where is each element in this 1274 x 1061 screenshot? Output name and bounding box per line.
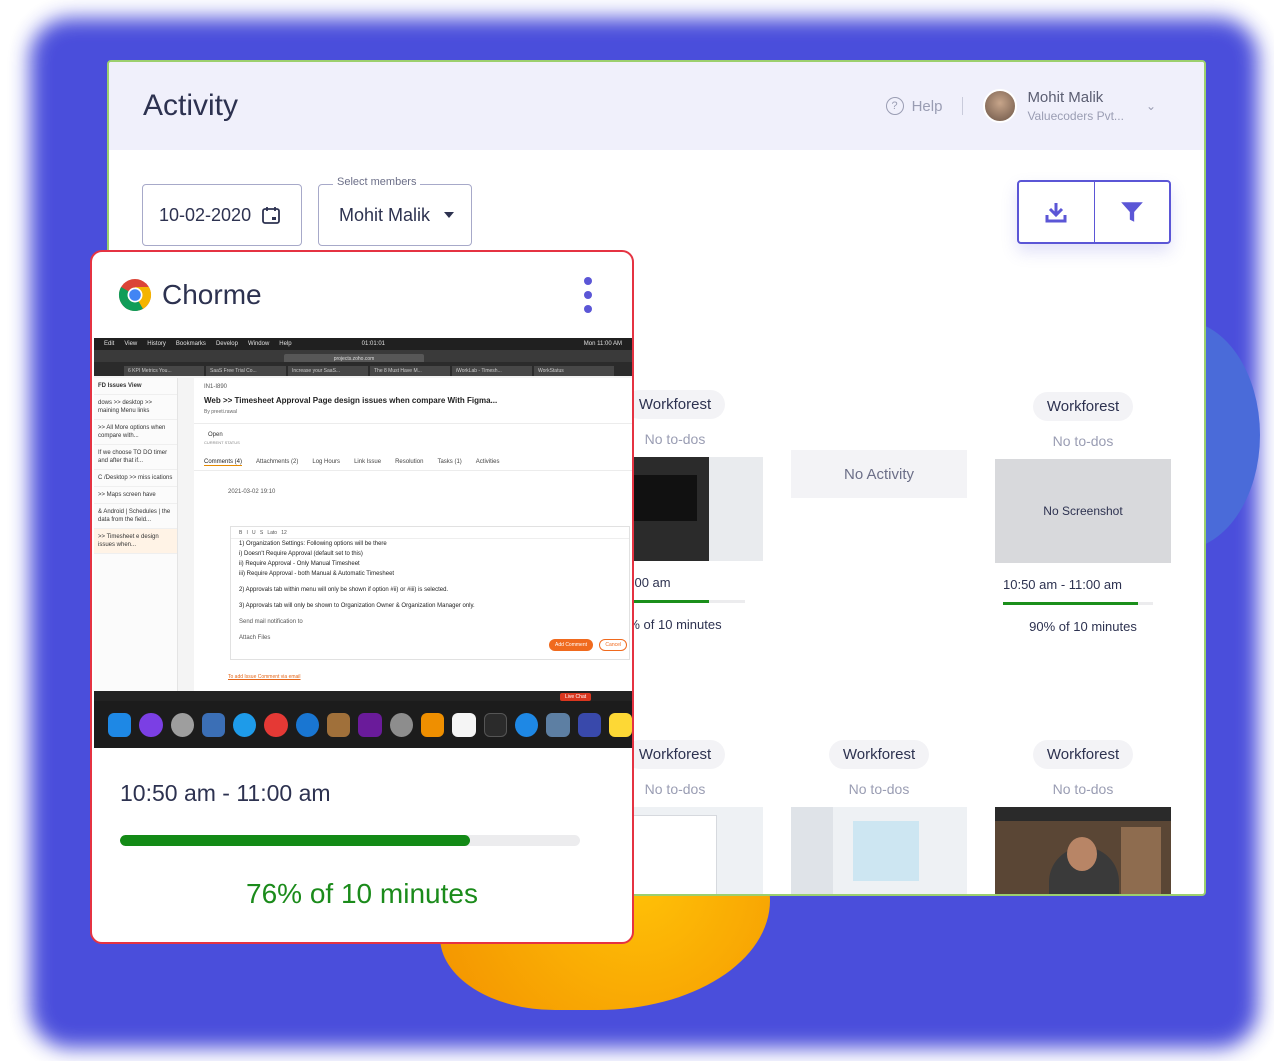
comment-editor: B I U S Lato 12 1) Organization Settings…: [230, 526, 630, 660]
user-org: Valuecoders Pvt...: [1027, 109, 1124, 123]
member-select[interactable]: Select members Mohit Malik: [318, 176, 472, 246]
time-range: 10:50 am - 11:00 am: [120, 780, 331, 806]
mac-dock: [94, 701, 632, 748]
filter-icon: [1120, 202, 1143, 222]
issues-sidebar: FD Issues View dows >> desktop >> mainin…: [94, 378, 178, 691]
live-chat-badge: Live Chat: [560, 693, 592, 701]
more-options-icon[interactable]: [584, 277, 592, 313]
chrome-icon: [118, 279, 152, 312]
status-strip: [94, 691, 632, 701]
todos-label: No to-dos: [1052, 433, 1114, 449]
activity-percent: 76% of 10 minutes: [246, 878, 478, 909]
todos-label: No to-dos: [1052, 781, 1114, 797]
activity-percent: 90% of 10 minutes: [1029, 619, 1137, 634]
help-label: Help: [911, 97, 943, 115]
toolbar-group: [1017, 180, 1171, 244]
browser-tabs: 6 KPI Metrics You... SaaS Free Trial Co.…: [94, 362, 632, 376]
member-value: Mohit Malik: [339, 204, 431, 225]
screenshot-thumbnail[interactable]: [791, 807, 967, 894]
user-menu[interactable]: Mohit Malik Valuecoders Pvt... ⌄: [983, 89, 1156, 123]
activity-bar: [1003, 602, 1153, 605]
download-button[interactable]: [1019, 182, 1094, 242]
app-name: Chorme: [162, 279, 262, 310]
project-pill: Workforest: [1032, 392, 1134, 421]
mac-menubar: Edit View History Bookmarks Develop Wind…: [94, 338, 632, 350]
activity-card[interactable]: Workforest No to-dos No Screenshot 10:50…: [995, 392, 1171, 634]
avatar: [983, 89, 1018, 123]
activity-bar-fill: [1003, 602, 1138, 605]
header-divider: [962, 97, 964, 115]
date-value: 10-02-2020: [159, 204, 252, 225]
no-screenshot-placeholder: No Screenshot: [995, 459, 1171, 563]
chevron-down-icon: ⌄: [1145, 99, 1156, 113]
activity-card[interactable]: Workforest No to-dos: [995, 740, 1171, 894]
download-icon: [1045, 203, 1067, 223]
calendar-icon: [262, 207, 280, 224]
user-name: Mohit Malik: [1027, 89, 1104, 106]
todos-label: No to-dos: [848, 781, 910, 797]
popup-header: Chorme: [92, 252, 632, 338]
activity-bar: [120, 835, 580, 846]
project-pill: Workforest: [624, 390, 726, 419]
activity-bar-fill: [120, 835, 470, 846]
app-header: Activity ? Help Mohit Malik Valuecoders …: [109, 62, 1204, 150]
issue-panel: IN1-I890 Web >> Timesheet Approval Page …: [194, 378, 632, 691]
project-pill: Workforest: [624, 740, 726, 769]
screenshot-thumbnail[interactable]: [995, 807, 1171, 894]
help-icon: ?: [885, 97, 904, 115]
project-pill: Workforest: [828, 740, 930, 769]
date-picker[interactable]: 10-02-2020: [142, 184, 302, 246]
screenshot-detail-popup: Chorme Edit View History Bookmarks Devel…: [90, 250, 634, 944]
no-activity-card: No Activity: [791, 450, 967, 498]
activity-card[interactable]: Workforest No to-dos: [791, 740, 967, 894]
help-link[interactable]: ? Help: [885, 97, 943, 115]
filter-button[interactable]: [1093, 182, 1170, 242]
caret-down-icon: [444, 212, 455, 218]
page-title: Activity: [143, 89, 239, 122]
time-range: 10:50 am - 11:00 am: [1003, 577, 1122, 592]
project-pill: Workforest: [1032, 740, 1134, 769]
screenshot-image[interactable]: Edit View History Bookmarks Develop Wind…: [94, 338, 632, 748]
member-select-label: Select members: [333, 176, 421, 188]
